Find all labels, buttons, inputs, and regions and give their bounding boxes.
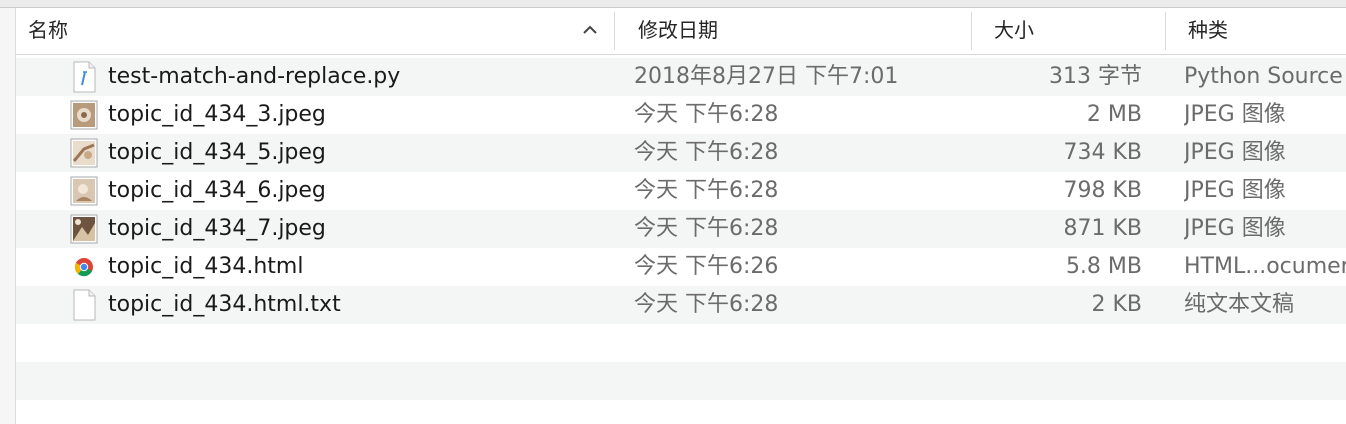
file-kind: JPEG 图像 [1184, 216, 1286, 241]
sort-ascending-icon[interactable] [582, 22, 598, 38]
jpeg-thumbnail-icon [70, 100, 98, 130]
jpeg-thumbnail-icon [70, 176, 98, 206]
text-file-icon [73, 289, 96, 321]
file-size: 2 KB [1091, 292, 1142, 317]
file-row[interactable]: topic_id_434_6.jpeg 今天 下午6:28 798 KB JPE… [16, 172, 1346, 210]
file-date: 今天 下午6:28 [634, 216, 779, 241]
chrome-html-icon [74, 258, 93, 277]
jpeg-thumbnail-icon [70, 138, 98, 168]
kind-column-header[interactable]: 种类 [1188, 8, 1228, 54]
file-size: 2 MB [1086, 102, 1142, 127]
column-divider[interactable] [614, 12, 615, 50]
file-date: 今天 下午6:28 [634, 102, 779, 127]
file-row[interactable]: topic_id_434_3.jpeg 今天 下午6:28 2 MB JPEG … [16, 96, 1346, 134]
file-kind: JPEG 图像 [1184, 140, 1286, 165]
file-list: test-match-and-replace.py 2018年8月27日 下午7… [16, 58, 1346, 400]
file-kind: JPEG 图像 [1184, 178, 1286, 203]
file-row[interactable]: topic_id_434.html.txt 今天 下午6:28 2 KB 纯文本… [16, 286, 1346, 324]
column-divider[interactable] [971, 12, 972, 50]
file-row[interactable]: topic_id_434_7.jpeg 今天 下午6:28 871 KB JPE… [16, 210, 1346, 248]
sidebar-edge [0, 8, 16, 424]
window-top-edge [0, 0, 1346, 8]
file-date: 2018年8月27日 下午7:01 [634, 64, 899, 89]
name-column-header[interactable]: 名称 [28, 8, 68, 54]
empty-row [16, 324, 1346, 362]
file-kind: Python Source [1184, 64, 1343, 89]
file-name: topic_id_434.html [108, 254, 304, 279]
file-size: 5.8 MB [1065, 254, 1142, 279]
file-row[interactable]: test-match-and-replace.py 2018年8月27日 下午7… [16, 58, 1346, 96]
python-file-icon [73, 61, 96, 93]
file-date: 今天 下午6:26 [634, 254, 779, 279]
file-date: 今天 下午6:28 [634, 292, 779, 317]
file-row[interactable]: topic_id_434_5.jpeg 今天 下午6:28 734 KB JPE… [16, 134, 1346, 172]
file-kind: 纯文本文稿 [1184, 292, 1295, 317]
jpeg-thumbnail-icon [70, 214, 98, 244]
file-date: 今天 下午6:28 [634, 178, 779, 203]
file-kind: HTML...ocument [1184, 254, 1346, 279]
file-date: 今天 下午6:28 [634, 140, 779, 165]
file-kind: JPEG 图像 [1184, 102, 1286, 127]
file-size: 871 KB [1063, 216, 1142, 241]
file-name: topic_id_434_6.jpeg [108, 178, 326, 203]
file-name: topic_id_434_7.jpeg [108, 216, 326, 241]
file-size: 313 字节 [1049, 64, 1142, 89]
size-column-header[interactable]: 大小 [994, 8, 1034, 54]
file-row[interactable]: topic_id_434.html 今天 下午6:26 5.8 MB HTML.… [16, 248, 1346, 286]
file-name: test-match-and-replace.py [108, 64, 401, 89]
file-size: 734 KB [1063, 140, 1142, 165]
column-divider[interactable] [1165, 12, 1166, 50]
file-size: 798 KB [1063, 178, 1142, 203]
file-name: topic_id_434.html.txt [108, 292, 341, 317]
empty-row [16, 362, 1346, 400]
date-column-header[interactable]: 修改日期 [638, 8, 718, 54]
column-header-bar: 名称 修改日期 大小 种类 [16, 8, 1346, 55]
file-name: topic_id_434_3.jpeg [108, 102, 326, 127]
file-name: topic_id_434_5.jpeg [108, 140, 326, 165]
